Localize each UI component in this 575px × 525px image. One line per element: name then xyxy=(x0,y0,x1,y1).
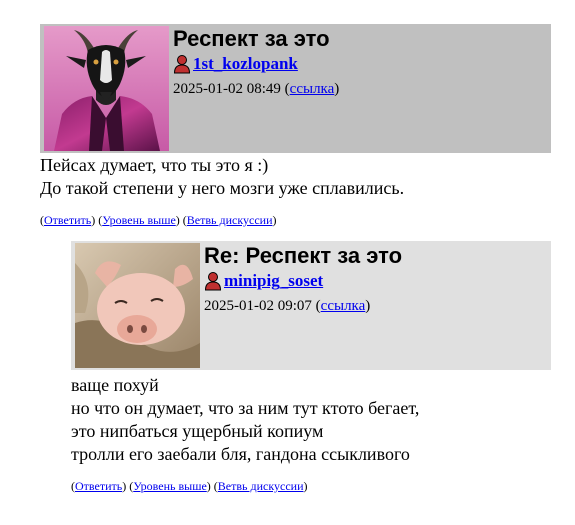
parent-level-link[interactable]: Уровень выше xyxy=(102,213,176,227)
comment-text-line: ваще похуй xyxy=(71,375,159,395)
thread-link[interactable]: Ветвь дискуссии xyxy=(187,213,273,227)
comment-post: Респект за это 1st_kozlopank 2025-01-02 … xyxy=(40,24,551,227)
thread-link[interactable]: Ветвь дискуссии xyxy=(218,479,304,493)
author-link[interactable]: minipig_soset xyxy=(224,271,323,291)
comment-actions: (Ответить) (Уровень выше) (Ветвь дискусс… xyxy=(40,213,277,227)
comment-body: ваще похуй но что он думает, что за ним … xyxy=(71,374,551,466)
user-avatar xyxy=(44,26,169,151)
author-row: minipig_soset xyxy=(204,270,402,292)
parent-level-link[interactable]: Уровень выше xyxy=(133,479,207,493)
comment-text-line: тролли его заебали бля, гандона ссыкливо… xyxy=(71,444,410,464)
comment-body: Пейсах думает, что ты это я :) До такой … xyxy=(40,154,551,200)
author-link[interactable]: 1st_kozlopank xyxy=(193,54,298,74)
reply-link[interactable]: Ответить xyxy=(75,479,122,493)
comment-meta: Респект за это 1st_kozlopank 2025-01-02 … xyxy=(173,24,339,98)
post-dateline: 2025-01-02 08:49 (ссылка) xyxy=(173,81,340,97)
author-row: 1st_kozlopank xyxy=(173,53,339,75)
comment-title: Респект за это xyxy=(173,26,330,51)
comment-post: Re: Респект за это minipig_soset 2025-01… xyxy=(71,241,551,493)
comment-header: Re: Респект за это minipig_soset 2025-01… xyxy=(71,241,551,370)
comment-actions: (Ответить) (Уровень выше) (Ветвь дискусс… xyxy=(71,479,308,493)
comment-title: Re: Респект за это xyxy=(204,243,403,268)
permalink[interactable]: ссылка xyxy=(321,298,366,314)
comment-header: Респект за это 1st_kozlopank 2025-01-02 … xyxy=(40,24,551,153)
user-icon xyxy=(204,271,222,291)
post-datetime: 2025-01-02 08:49 xyxy=(173,81,281,97)
comment-text-line: это нипбаться ущербный копиум xyxy=(71,421,324,441)
comment-meta: Re: Респект за это minipig_soset 2025-01… xyxy=(204,241,402,315)
comment-text-line: До такой степени у него мозги уже сплави… xyxy=(40,178,405,198)
comment-text-line: но что он думает, что за ним тут ктото б… xyxy=(71,398,420,418)
post-datetime: 2025-01-02 09:07 xyxy=(204,298,312,314)
user-icon xyxy=(173,54,191,74)
post-dateline: 2025-01-02 09:07 (ссылка) xyxy=(204,298,371,314)
user-avatar xyxy=(75,243,200,368)
reply-link[interactable]: Ответить xyxy=(44,213,91,227)
permalink[interactable]: ссылка xyxy=(290,81,335,97)
comment-text-line: Пейсах думает, что ты это я :) xyxy=(40,155,269,175)
